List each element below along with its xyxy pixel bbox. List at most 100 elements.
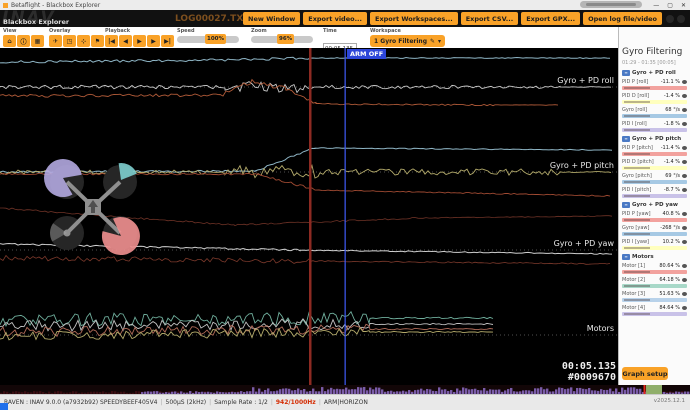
edit-icon[interactable]: ✎: [430, 38, 435, 45]
field-name: PID I [pitch]: [622, 186, 652, 193]
eye-icon[interactable]: [682, 159, 687, 164]
maximize-icon[interactable]: ▢: [667, 2, 673, 9]
header-button-export-csv[interactable]: Export CSV...: [460, 12, 519, 25]
taskbar-fragment: [0, 403, 8, 410]
legend-group-header[interactable]: ≡ Gyro + PD roll: [622, 70, 687, 76]
field-color-strip: [622, 100, 687, 104]
speed-value-badge[interactable]: 100%: [205, 34, 226, 44]
workspace-dropdown[interactable]: 1 Gyro Filtering ✎ ▾: [370, 35, 446, 47]
play-icon[interactable]: ▶: [133, 35, 146, 47]
eye-icon[interactable]: [682, 239, 687, 244]
zoom-slider[interactable]: 96%: [251, 34, 313, 44]
marker-icon[interactable]: ⚑: [91, 35, 104, 47]
legend-field-row[interactable]: PID P [yaw] 40.8 %: [622, 210, 687, 217]
eye-icon[interactable]: [682, 225, 687, 230]
legend-field-row[interactable]: Motor [4] 84.64 %: [622, 304, 687, 311]
field-color-strip: [622, 218, 687, 222]
legend-field-row[interactable]: Motor [1] 80.64 %: [622, 262, 687, 269]
header-circle-icon[interactable]: [666, 15, 674, 23]
field-value: 10.2 %: [662, 238, 680, 245]
eye-icon[interactable]: [682, 107, 687, 112]
craft-view-overlay: [43, 159, 140, 256]
legend-group-header[interactable]: ≡ Gyro + PD yaw: [622, 202, 687, 208]
legend-field-row[interactable]: PID D [roll] -1.4 %: [622, 92, 687, 99]
eye-icon[interactable]: [682, 277, 687, 282]
os-titlebar: Betaflight - Blackbox Explorer — ▢ ✕: [0, 0, 690, 10]
chart-row-label-roll: Gyro + PD roll: [557, 76, 614, 85]
field-value: -8.7 %: [663, 186, 680, 193]
header-button-new-window[interactable]: New Window: [243, 12, 301, 25]
field-name: PID P [pitch]: [622, 144, 653, 151]
field-name: PID D [pitch]: [622, 158, 654, 165]
eye-icon[interactable]: [682, 211, 687, 216]
step-forward-icon[interactable]: ▶: [147, 35, 160, 47]
header-button-export-gpx[interactable]: Export GPX...: [521, 12, 581, 25]
info-icon[interactable]: ⓘ: [17, 35, 30, 47]
graph-icon: ≡: [622, 136, 630, 142]
field-name: PID P [yaw]: [622, 210, 651, 217]
legend-group-name: Gyro + PD pitch: [632, 136, 682, 142]
jump-end-icon[interactable]: ▶|: [161, 35, 174, 47]
eye-icon[interactable]: [682, 79, 687, 84]
header-circle-icon[interactable]: [677, 15, 685, 23]
eye-icon[interactable]: [682, 187, 687, 192]
field-color-strip: [622, 312, 687, 316]
sample-rate: Sample Rate : 1/2: [214, 399, 268, 406]
chevron-down-icon[interactable]: ▾: [438, 38, 441, 45]
header-button-export-video[interactable]: Export video...: [303, 12, 367, 25]
home-icon[interactable]: ⌂: [3, 35, 16, 47]
jump-start-icon[interactable]: |◀: [105, 35, 118, 47]
notification-pill[interactable]: [580, 1, 642, 8]
legend-field-row[interactable]: Gyro [yaw] -268 °/s: [622, 224, 687, 231]
legend-field-row[interactable]: Gyro [roll] 68 °/s: [622, 106, 687, 113]
zoom-value-badge[interactable]: 96%: [277, 34, 295, 44]
field-name: PID P [roll]: [622, 78, 649, 85]
field-name: Motor [2]: [622, 276, 646, 283]
eye-icon[interactable]: [682, 121, 687, 126]
sticks-icon[interactable]: ⊹: [77, 35, 90, 47]
field-color-strip: [622, 284, 687, 288]
eye-icon[interactable]: [682, 263, 687, 268]
legend-group-name: Gyro + PD yaw: [632, 202, 678, 208]
eye-icon[interactable]: [682, 305, 687, 310]
legend-field-row[interactable]: PID D [pitch] -1.4 %: [622, 158, 687, 165]
field-value: 80.64 %: [659, 262, 680, 269]
step-back-icon[interactable]: ◀: [119, 35, 132, 47]
field-name: PID I [yaw]: [622, 238, 650, 245]
speed-slider[interactable]: 100%: [177, 34, 239, 44]
legend-group-header[interactable]: ≡ Gyro + PD pitch: [622, 136, 687, 142]
grid-icon[interactable]: ▦: [31, 35, 44, 47]
craft-icon[interactable]: ✈: [49, 35, 62, 47]
field-name: Gyro [roll]: [622, 106, 648, 113]
field-color-strip: [622, 166, 687, 170]
log-info: RAVEN : INAV 9.0.0 (a7932b92) SPEEDYBEEF…: [4, 399, 158, 406]
legend-group-header[interactable]: ≡ Motors: [622, 254, 687, 260]
legend-field-row[interactable]: PID P [pitch] -11.4 %: [622, 144, 687, 151]
legend-field-row[interactable]: PID I [yaw] 10.2 %: [622, 238, 687, 245]
legend-field-row[interactable]: Gyro [pitch] 69 °/s: [622, 172, 687, 179]
arm-off-badge: ARM OFF: [347, 49, 387, 59]
chart-canvas[interactable]: [0, 48, 618, 385]
field-color-strip: [622, 246, 687, 250]
legend-field-row[interactable]: Motor [3] 51.63 %: [622, 290, 687, 297]
field-color-strip: [622, 194, 687, 198]
legend-field-row[interactable]: PID I [roll] -1.8 %: [622, 120, 687, 127]
legend-field-row[interactable]: Motor [2] 64.18 %: [622, 276, 687, 283]
header-button-export-workspaces[interactable]: Export Workspaces...: [370, 12, 458, 25]
seek-bar[interactable]: [0, 385, 690, 394]
legend-field-row[interactable]: PID P [roll] -11.1 %: [622, 78, 687, 85]
close-icon[interactable]: ✕: [681, 2, 686, 9]
effective-frequency: 942/1000Hz: [275, 399, 316, 406]
minimize-icon[interactable]: —: [653, 2, 659, 9]
graph-setup-button[interactable]: Graph setup: [622, 367, 668, 380]
eye-icon[interactable]: [682, 291, 687, 296]
header-button-open-log-file-video[interactable]: Open log file/video: [583, 12, 662, 25]
eye-icon[interactable]: [682, 93, 687, 98]
eye-icon[interactable]: [682, 145, 687, 150]
graph-icon: ≡: [622, 202, 630, 208]
field-value: -1.8 %: [663, 120, 680, 127]
eye-icon[interactable]: [682, 173, 687, 178]
workspace-label: Workspace: [370, 28, 401, 34]
legend-field-row[interactable]: PID I [pitch] -8.7 %: [622, 186, 687, 193]
model-icon[interactable]: ◳: [63, 35, 76, 47]
